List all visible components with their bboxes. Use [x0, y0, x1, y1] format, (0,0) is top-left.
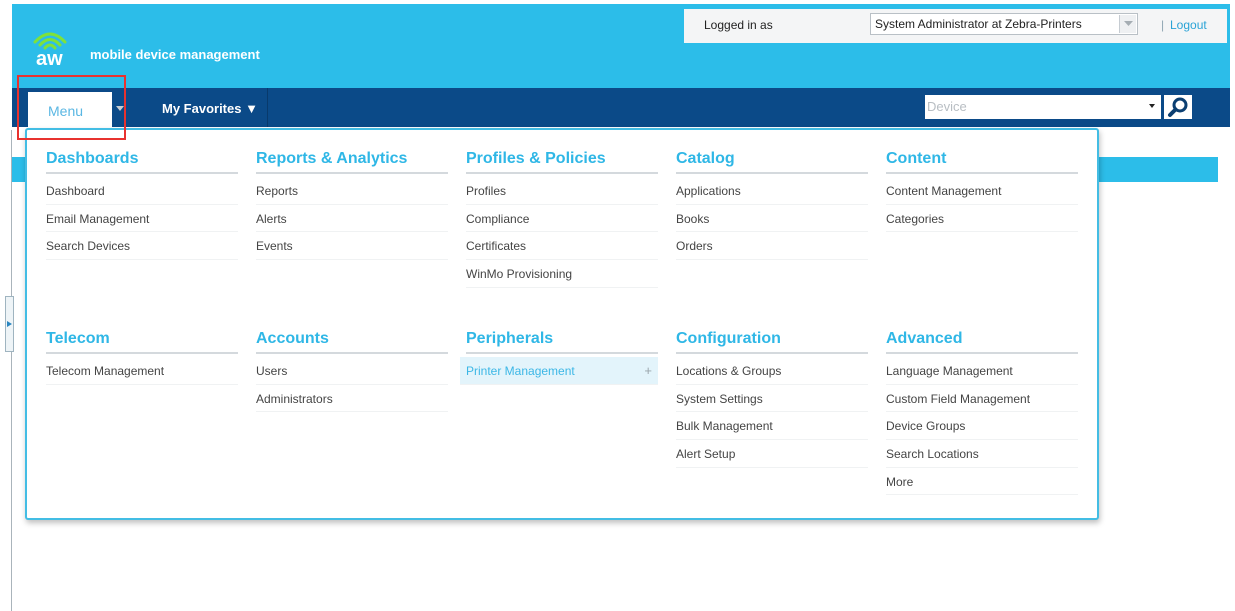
- top-header: aw mobile device management Logged in as…: [12, 4, 1230, 88]
- menu-column-telecom: Telecom Telecom Management: [46, 330, 238, 385]
- column-title: Dashboards: [46, 150, 139, 167]
- menu-column-peripherals: Peripherals Printer Management +: [460, 330, 658, 385]
- menu-column-content: Content Content Management Categories: [886, 150, 1078, 233]
- menu-column-accounts: Accounts Users Administrators: [256, 330, 448, 413]
- user-account-value: System Administrator at Zebra-Printers: [875, 17, 1082, 31]
- menu-item[interactable]: Certificates: [466, 232, 658, 261]
- menu-column-reports: Reports & Analytics Reports Alerts Event…: [256, 150, 448, 261]
- logout-link[interactable]: Logout: [1170, 18, 1207, 32]
- menu-item[interactable]: Books: [676, 205, 868, 233]
- menu-item[interactable]: System Settings: [676, 385, 868, 413]
- search-icon: [1168, 97, 1188, 117]
- left-border: [11, 130, 12, 611]
- menu-item[interactable]: Search Devices: [46, 232, 238, 261]
- column-title: Catalog: [676, 150, 735, 167]
- user-account-select[interactable]: System Administrator at Zebra-Printers: [870, 13, 1138, 35]
- menu-item[interactable]: Compliance: [466, 205, 658, 233]
- mega-menu-dropdown: Dashboards Dashboard Email Management Se…: [25, 128, 1099, 520]
- column-divider: [886, 352, 1078, 354]
- menu-item[interactable]: Dashboard: [46, 177, 238, 205]
- menu-item[interactable]: Applications: [676, 177, 868, 205]
- logged-in-label: Logged in as: [704, 18, 773, 32]
- menu-highlight-box: [17, 75, 126, 140]
- column-title: Reports & Analytics: [256, 150, 408, 167]
- main-navbar: Menu My Favorites ▼: [12, 88, 1230, 127]
- menu-item[interactable]: Alerts: [256, 205, 448, 233]
- login-panel: Logged in as System Administrator at Zeb…: [684, 9, 1227, 43]
- menu-column-configuration: Configuration Locations & Groups System …: [676, 330, 868, 468]
- menu-item[interactable]: Categories: [886, 205, 1078, 233]
- menu-item[interactable]: Profiles: [466, 177, 658, 205]
- column-title: Configuration: [676, 330, 781, 347]
- menu-column-advanced: Advanced Language Management Custom Fiel…: [886, 330, 1078, 496]
- menu-item[interactable]: Email Management: [46, 205, 238, 233]
- menu-item[interactable]: WinMo Provisioning: [466, 260, 658, 288]
- menu-item[interactable]: Telecom Management: [46, 357, 238, 385]
- column-title: Advanced: [886, 330, 963, 347]
- app-window: aw mobile device management Logged in as…: [0, 0, 1235, 611]
- plus-icon[interactable]: +: [644, 363, 652, 378]
- menu-item[interactable]: Content Management: [886, 177, 1078, 205]
- login-separator: |: [1161, 18, 1165, 32]
- column-divider: [46, 352, 238, 354]
- menu-column-dashboards: Dashboards Dashboard Email Management Se…: [46, 150, 238, 261]
- column-divider: [466, 352, 658, 354]
- menu-item[interactable]: Custom Field Management: [886, 385, 1078, 413]
- device-search-field: [925, 95, 1161, 119]
- menu-column-profiles: Profiles & Policies Profiles Compliance …: [466, 150, 658, 288]
- column-divider: [676, 172, 868, 174]
- column-title: Telecom: [46, 330, 110, 347]
- column-divider: [256, 172, 448, 174]
- brand-tagline: mobile device management: [90, 47, 260, 62]
- menu-item[interactable]: More: [886, 468, 1078, 496]
- caret-down-icon[interactable]: [1149, 104, 1155, 108]
- user-select-toggle[interactable]: [1119, 15, 1136, 33]
- nav-divider: [267, 88, 268, 127]
- my-favorites-menu[interactable]: My Favorites ▼: [162, 101, 258, 116]
- menu-item[interactable]: Orders: [676, 232, 868, 261]
- brand-logo[interactable]: aw: [32, 28, 68, 72]
- menu-item[interactable]: Bulk Management: [676, 412, 868, 441]
- menu-item[interactable]: Alert Setup: [676, 440, 868, 468]
- column-divider: [46, 172, 238, 174]
- logo-text: aw: [36, 48, 63, 70]
- search-button[interactable]: [1164, 95, 1192, 119]
- menu-item[interactable]: Device Groups: [886, 412, 1078, 441]
- chevron-down-icon: [1124, 21, 1133, 26]
- wifi-waves-icon: [33, 32, 67, 50]
- menu-item-label: Printer Management: [466, 364, 575, 378]
- menu-item[interactable]: Search Locations: [886, 440, 1078, 468]
- menu-column-catalog: Catalog Applications Books Orders: [676, 150, 868, 261]
- column-divider: [466, 172, 658, 174]
- column-divider: [886, 172, 1078, 174]
- column-title: Profiles & Policies: [466, 150, 606, 167]
- column-title: Content: [886, 150, 947, 167]
- menu-item-printer-management[interactable]: Printer Management +: [460, 357, 658, 385]
- menu-item[interactable]: Reports: [256, 177, 448, 205]
- menu-item[interactable]: Events: [256, 232, 448, 261]
- column-title: Peripherals: [466, 330, 554, 347]
- device-search-input[interactable]: [925, 95, 1125, 117]
- side-panel-toggle[interactable]: [5, 296, 14, 352]
- menu-item[interactable]: Language Management: [886, 357, 1078, 385]
- column-title: Accounts: [256, 330, 329, 347]
- menu-item[interactable]: Administrators: [256, 385, 448, 413]
- menu-item[interactable]: Users: [256, 357, 448, 385]
- caret-right-icon: [7, 321, 12, 327]
- menu-item[interactable]: Locations & Groups: [676, 357, 868, 385]
- column-divider: [676, 352, 868, 354]
- column-divider: [256, 352, 448, 354]
